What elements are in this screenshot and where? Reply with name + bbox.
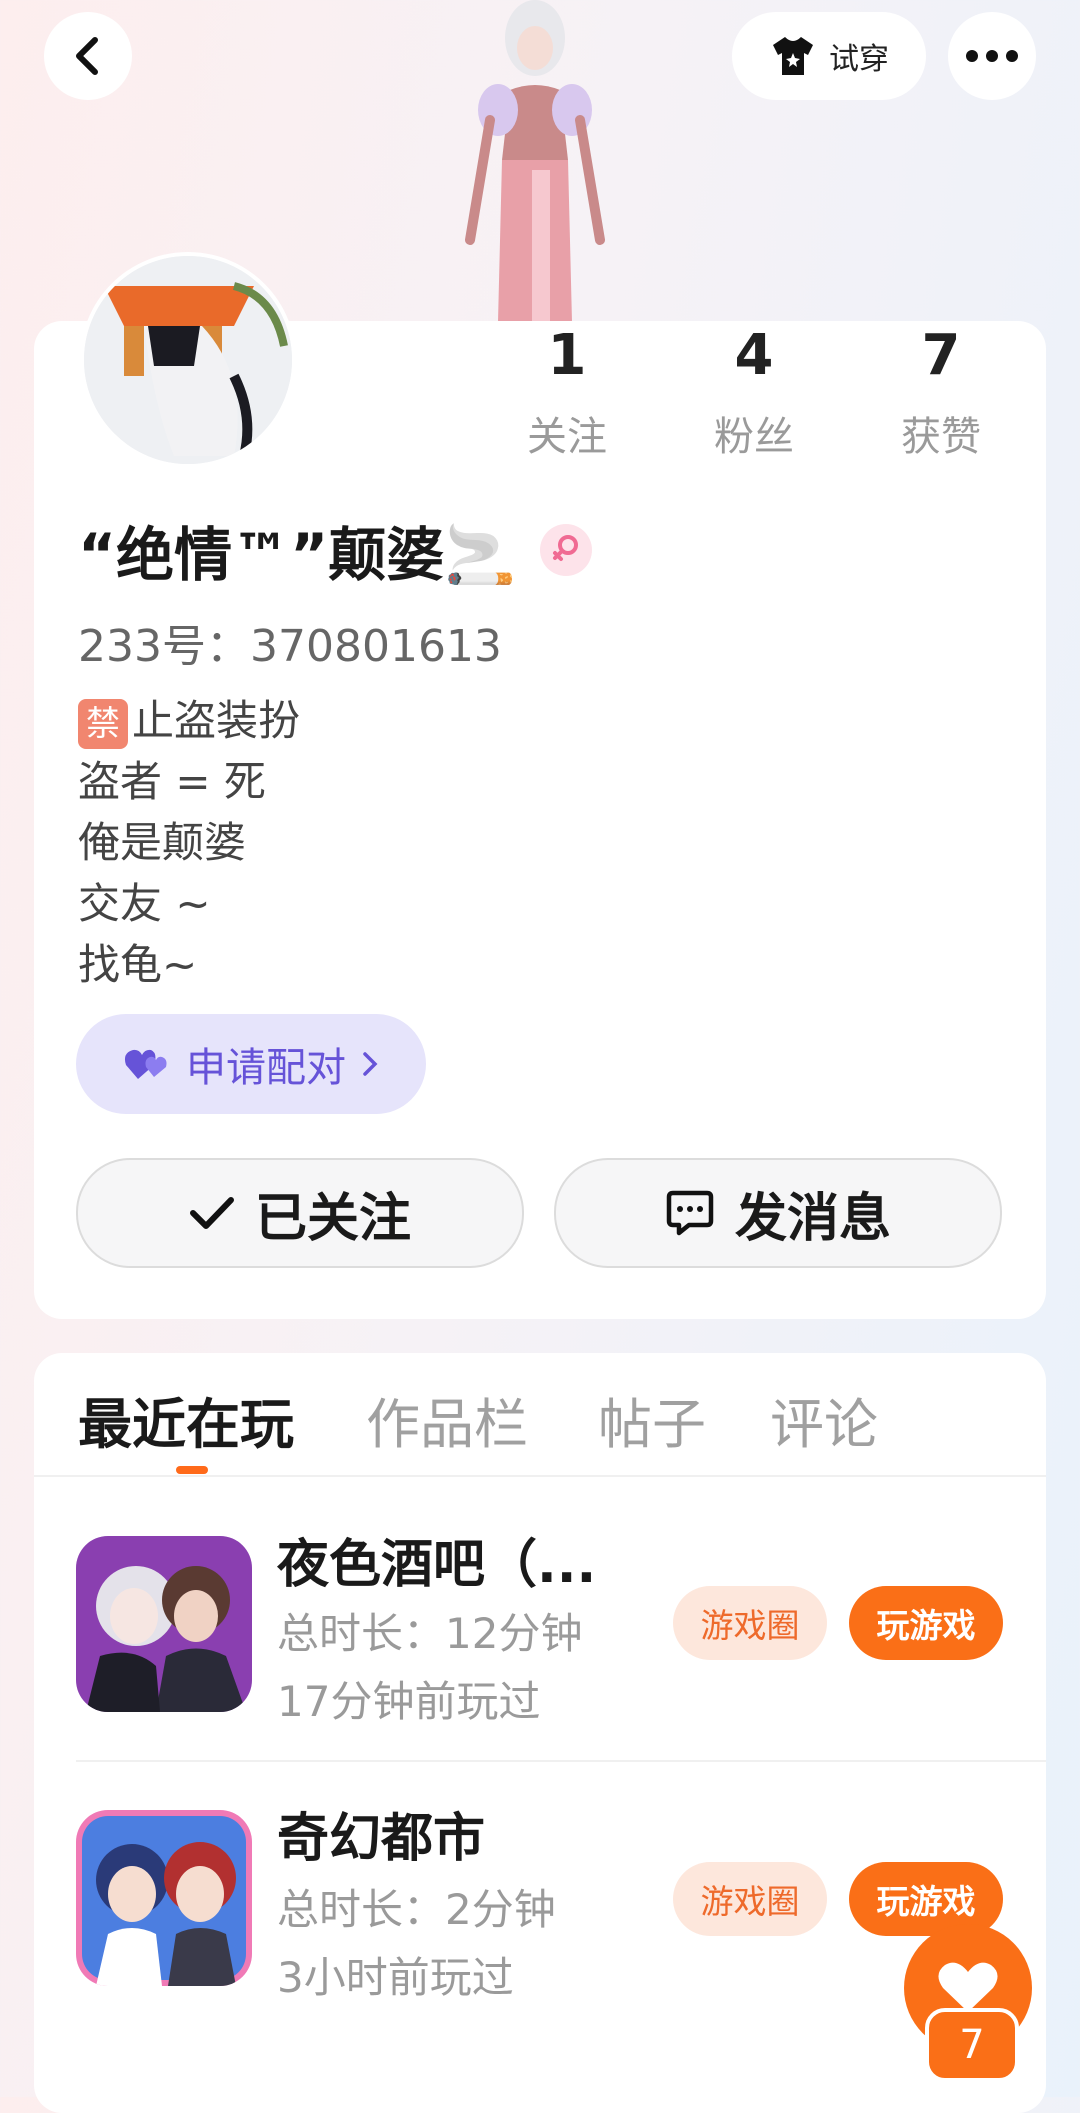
- female-icon: [540, 524, 593, 576]
- forbidden-badge: 禁: [78, 698, 128, 749]
- tab-works[interactable]: 作品栏: [366, 1380, 528, 1459]
- avatar[interactable]: [80, 252, 296, 468]
- followers-label[interactable]: 粉丝: [694, 404, 814, 462]
- tab-posts[interactable]: 帖子: [598, 1380, 706, 1459]
- play-game-button[interactable]: 玩游戏: [849, 1586, 1003, 1660]
- bio: 禁止盗装扮 盗者 = 死 俺是颠婆 交友 ~ 找龟~: [78, 690, 300, 995]
- list-divider: [76, 1760, 1046, 1762]
- bio-line-text: 止盗装扮: [132, 696, 301, 745]
- tab-divider: [34, 1475, 1046, 1477]
- following-label[interactable]: 关注: [507, 404, 627, 462]
- followed-button[interactable]: 已关注: [76, 1158, 524, 1268]
- try-on-label: 试穿: [829, 42, 889, 77]
- game-circle-button[interactable]: 游戏圈: [673, 1862, 827, 1936]
- chevron-left-icon: [76, 37, 98, 75]
- bio-line: 俺是颠婆: [78, 818, 247, 867]
- game-last-played: 3小时前玩过: [277, 1953, 514, 2002]
- followers-count[interactable]: 4: [694, 323, 814, 388]
- tab-comments[interactable]: 评论: [770, 1380, 878, 1459]
- pair-request-button[interactable]: 申请配对: [76, 1014, 426, 1114]
- tab-recently-played[interactable]: 最近在玩: [78, 1380, 294, 1459]
- try-on-button[interactable]: 试穿: [732, 12, 926, 100]
- bio-line: 禁止盗装扮: [78, 690, 300, 751]
- game-title[interactable]: 夜色酒吧（...: [277, 1522, 596, 1597]
- checkmark-icon: [189, 1197, 234, 1229]
- likes-received-count: 7: [921, 323, 961, 388]
- bio-line: 找龟~: [78, 940, 198, 989]
- double-heart-icon: [124, 1049, 167, 1079]
- game-duration: 总时长：12分钟: [277, 1609, 583, 1658]
- game-duration: 总时长：2分钟: [277, 1885, 556, 1934]
- chat-bubble-icon: [666, 1190, 714, 1236]
- like-count-badge: 7: [925, 2008, 1019, 2082]
- game-circle-button[interactable]: 游戏圈: [673, 1586, 827, 1660]
- avatar-image: [84, 256, 292, 464]
- tab-indicator: [176, 1466, 208, 1474]
- followed-label: 已关注: [254, 1188, 411, 1249]
- following-count[interactable]: 1: [507, 323, 627, 388]
- nickname-row: “绝情™”颠婆🚬: [78, 508, 593, 592]
- game-last-played: 17分钟前玩过: [277, 1677, 541, 1726]
- bio-line: 交友 ~: [78, 879, 211, 928]
- game-icon-fantasy-city[interactable]: [76, 1810, 252, 1986]
- character-figure: [465, 0, 605, 322]
- chevron-right-icon: [363, 1052, 378, 1076]
- pair-request-label: 申请配对: [186, 1045, 346, 1091]
- more-dots-icon: [966, 50, 1018, 62]
- game-title[interactable]: 奇幻都市: [277, 1796, 485, 1871]
- shirt-icon: [773, 37, 813, 75]
- game-icon-night-bar[interactable]: [76, 1536, 252, 1712]
- bio-line: 盗者 = 死: [78, 757, 266, 806]
- send-message-label: 发消息: [734, 1188, 891, 1249]
- user-id: 233号：370801613: [78, 621, 502, 672]
- back-button[interactable]: [44, 12, 132, 100]
- likes-received-label: 获赞: [901, 414, 981, 460]
- more-button[interactable]: [948, 12, 1036, 100]
- nickname: “绝情™”颠婆🚬: [78, 521, 517, 589]
- send-message-button[interactable]: 发消息: [554, 1158, 1002, 1268]
